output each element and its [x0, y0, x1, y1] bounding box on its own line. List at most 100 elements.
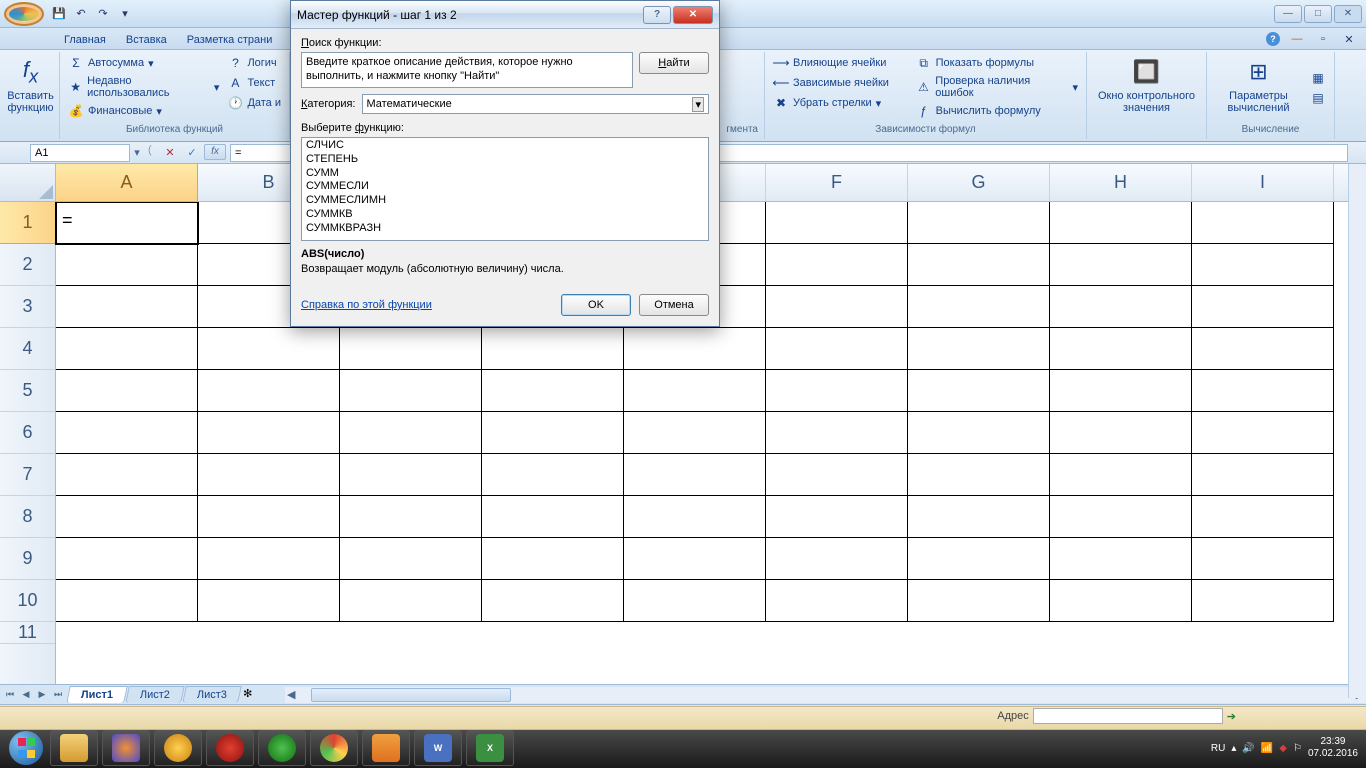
cell[interactable] — [198, 580, 340, 622]
cell[interactable] — [340, 412, 482, 454]
cell[interactable] — [340, 454, 482, 496]
new-sheet-button[interactable]: ✻ — [243, 687, 265, 703]
sheet-tab-1[interactable]: Лист1 — [66, 686, 128, 703]
cell[interactable] — [908, 202, 1050, 244]
ok-button[interactable]: OK — [561, 294, 631, 316]
find-button[interactable]: Найти — [639, 52, 709, 74]
cell[interactable] — [766, 202, 908, 244]
calc-sheet-button[interactable]: ▤ — [1308, 89, 1328, 107]
logical-button[interactable]: ?Логич — [225, 54, 283, 72]
cell[interactable] — [908, 580, 1050, 622]
cell[interactable] — [1050, 286, 1192, 328]
error-check-button[interactable]: ⚠Проверка наличия ошибок ▾ — [914, 74, 1080, 100]
cell[interactable] — [56, 538, 198, 580]
start-button[interactable] — [4, 730, 48, 766]
cell[interactable] — [1192, 202, 1334, 244]
function-item[interactable]: СУММЕСЛИ — [303, 180, 707, 194]
cell[interactable] — [766, 454, 908, 496]
col-header-I[interactable]: I — [1192, 164, 1334, 201]
category-select[interactable]: Математические ▾ — [362, 94, 710, 114]
row-header-11[interactable]: 11 — [0, 622, 55, 644]
cell[interactable] — [482, 454, 624, 496]
row-header-2[interactable]: 2 — [0, 244, 55, 286]
network-icon[interactable]: 📶 — [1261, 743, 1273, 754]
cell[interactable] — [1050, 454, 1192, 496]
recent-button[interactable]: ★Недавно использовались ▾ — [66, 74, 221, 100]
cell[interactable] — [340, 580, 482, 622]
cell[interactable] — [482, 328, 624, 370]
help-link[interactable]: Справка по этой функции — [301, 299, 553, 311]
cell[interactable] — [766, 286, 908, 328]
tray-up-icon[interactable]: ▴ — [1231, 743, 1236, 754]
redo-icon[interactable]: ↷ — [94, 5, 112, 23]
cell[interactable] — [908, 454, 1050, 496]
cell[interactable] — [624, 496, 766, 538]
scroll-left-icon[interactable]: ◀ — [285, 688, 297, 701]
evaluate-button[interactable]: ƒВычислить формулу — [914, 102, 1080, 120]
cell[interactable] — [1192, 286, 1334, 328]
vertical-scrollbar[interactable] — [1348, 164, 1366, 698]
cell[interactable] — [766, 370, 908, 412]
cell[interactable] — [198, 328, 340, 370]
prev-sheet-button[interactable]: ◀ — [18, 687, 34, 703]
restore-down-icon[interactable]: ▫ — [1314, 30, 1332, 48]
cell[interactable] — [908, 328, 1050, 370]
name-box-dropdown-icon[interactable]: ▾ — [130, 146, 144, 159]
function-list[interactable]: СЛЧИС СТЕПЕНЬ СУММ СУММЕСЛИ СУММЕСЛИМН С… — [301, 137, 709, 241]
minimize-button[interactable]: — — [1274, 5, 1302, 23]
horizontal-scrollbar[interactable]: ◀ ▶ — [285, 687, 1366, 703]
cell[interactable] — [56, 328, 198, 370]
cell[interactable] — [908, 412, 1050, 454]
function-item[interactable]: СУММЕСЛИМН — [303, 194, 707, 208]
cell[interactable] — [1192, 538, 1334, 580]
trace-dependents-button[interactable]: ⟵Зависимые ячейки — [771, 74, 910, 92]
cancel-formula-button[interactable]: ✕ — [160, 144, 180, 162]
cell[interactable] — [198, 538, 340, 580]
row-header-5[interactable]: 5 — [0, 370, 55, 412]
accept-formula-button[interactable]: ✓ — [182, 144, 202, 162]
cell[interactable] — [1050, 370, 1192, 412]
fx-icon[interactable]: fx — [204, 144, 226, 160]
first-sheet-button[interactable]: ⏮ — [2, 687, 18, 703]
office-button[interactable] — [4, 2, 44, 26]
cell[interactable] — [56, 496, 198, 538]
autosum-button[interactable]: ΣАвтосумма ▾ — [66, 54, 221, 72]
task-aimp[interactable] — [154, 730, 202, 766]
row-header-7[interactable]: 7 — [0, 454, 55, 496]
cell[interactable] — [908, 496, 1050, 538]
cell[interactable] — [766, 580, 908, 622]
qat-dropdown-icon[interactable]: ▾ — [116, 5, 134, 23]
watch-window-button[interactable]: 🔲 Окно контрольного значения — [1093, 54, 1200, 116]
function-item[interactable]: СТЕПЕНЬ — [303, 153, 707, 167]
datetime-button[interactable]: 🕐Дата и — [225, 94, 283, 112]
cell-A1[interactable]: = — [56, 202, 198, 244]
cell[interactable] — [766, 496, 908, 538]
close-button[interactable]: ✕ — [1334, 5, 1362, 23]
row-header-9[interactable]: 9 — [0, 538, 55, 580]
cell[interactable] — [198, 412, 340, 454]
calc-options-button[interactable]: ⊞ Параметры вычислений — [1213, 54, 1304, 122]
cell[interactable] — [766, 538, 908, 580]
dialog-help-button[interactable]: ? — [643, 6, 671, 24]
cell[interactable] — [908, 370, 1050, 412]
row-header-1[interactable]: 1 — [0, 202, 55, 244]
row-header-3[interactable]: 3 — [0, 286, 55, 328]
cell[interactable] — [624, 370, 766, 412]
cell[interactable] — [1192, 328, 1334, 370]
cell[interactable] — [56, 580, 198, 622]
function-item[interactable]: СУММКВ — [303, 208, 707, 222]
cell[interactable] — [56, 244, 198, 286]
cell[interactable] — [1050, 202, 1192, 244]
minimize-ribbon-icon[interactable]: — — [1288, 30, 1306, 48]
cell[interactable] — [1050, 580, 1192, 622]
next-sheet-button[interactable]: ▶ — [34, 687, 50, 703]
shield-icon[interactable]: ◆ — [1279, 743, 1287, 754]
select-all-button[interactable] — [0, 164, 56, 201]
cell[interactable] — [624, 328, 766, 370]
function-item[interactable]: СУММКВРАЗН — [303, 222, 707, 236]
col-header-F[interactable]: F — [766, 164, 908, 201]
calc-now-button[interactable]: ▦ — [1308, 69, 1328, 87]
col-header-A[interactable]: A — [56, 164, 198, 201]
cell[interactable] — [482, 370, 624, 412]
row-header-8[interactable]: 8 — [0, 496, 55, 538]
